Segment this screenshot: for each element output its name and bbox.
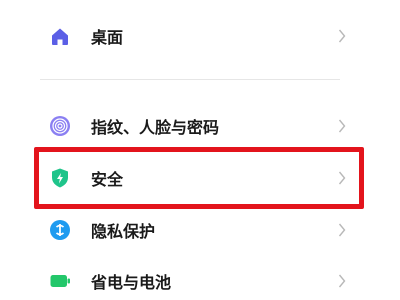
section-divider xyxy=(40,79,340,80)
settings-item-battery[interactable]: 省电与电池 xyxy=(0,256,400,300)
settings-item-desktop[interactable]: 桌面 xyxy=(0,11,400,61)
chevron-right-icon xyxy=(338,274,346,288)
privacy-icon xyxy=(50,220,70,240)
highlight-box xyxy=(34,147,364,209)
settings-item-label: 省电与电池 xyxy=(91,273,172,292)
settings-item-privacy[interactable]: 隐私保护 xyxy=(0,205,400,255)
settings-item-label: 隐私保护 xyxy=(91,222,156,241)
settings-item-label: 指纹、人脸与密码 xyxy=(91,118,220,137)
settings-item-fingerprint-face-password[interactable]: 指纹、人脸与密码 xyxy=(0,101,400,151)
battery-icon xyxy=(50,275,70,287)
chevron-right-icon xyxy=(338,119,346,133)
home-icon xyxy=(52,28,68,45)
fingerprint-icon xyxy=(50,116,70,136)
chevron-right-icon xyxy=(338,29,346,43)
settings-item-label: 桌面 xyxy=(91,28,124,47)
settings-screen: 桌面 指纹、人脸与密码 安全 隐私保护 省电与电池 xyxy=(0,0,400,300)
chevron-right-icon xyxy=(338,223,346,237)
